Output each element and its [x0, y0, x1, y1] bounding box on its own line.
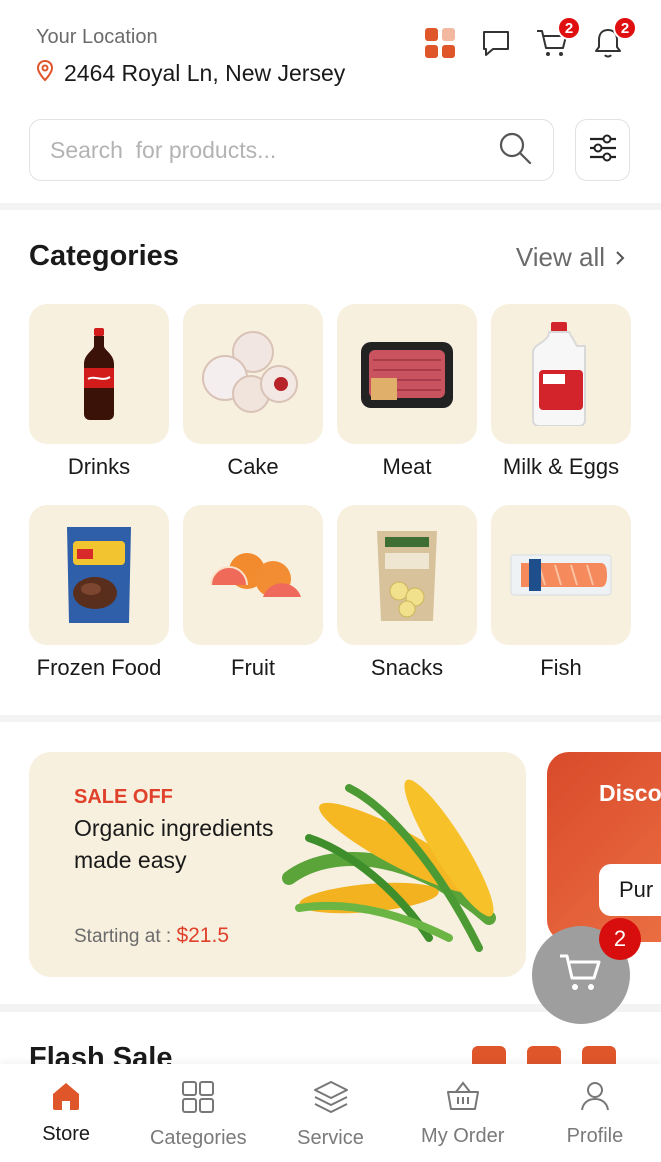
cart-badge: 2	[557, 16, 581, 40]
categories-section: Categories View all Drinks Cake Meat Mil…	[0, 210, 661, 715]
notification-badge: 2	[613, 16, 637, 40]
promo-price-row: Starting at : $21.5	[74, 924, 229, 948]
chat-icon[interactable]	[479, 26, 513, 60]
location-label: Your Location	[36, 26, 158, 48]
nav-store[interactable]: Store	[0, 1064, 132, 1162]
category-tile	[29, 304, 169, 444]
banana-chips-bag-icon	[377, 531, 437, 621]
cart-icon[interactable]: 2	[535, 16, 581, 60]
nav-my-order[interactable]: My Order	[397, 1064, 529, 1162]
location-pin-icon	[36, 59, 54, 87]
nav-categories[interactable]: Categories	[132, 1064, 264, 1162]
category-tile	[183, 505, 323, 645]
category-drinks[interactable]: Drinks	[29, 304, 169, 480]
category-label: Meat	[382, 454, 432, 479]
category-fruit[interactable]: Fruit	[183, 505, 323, 681]
floating-cart-badge: 2	[599, 918, 641, 960]
promo-sale-label: SALE OFF	[74, 786, 173, 808]
category-cake[interactable]: Cake	[183, 304, 323, 480]
donuts-icon	[202, 331, 298, 413]
citrus-fruit-icon	[210, 553, 301, 597]
nav-label: Service	[297, 1127, 364, 1149]
category-snacks[interactable]: Snacks	[337, 505, 477, 681]
header: Your Location 2464 Royal Ln, New Jersey …	[0, 0, 661, 203]
bottom-nav: Store Categories Service My Order Profil…	[0, 1064, 661, 1162]
chevron-right-icon	[615, 242, 625, 273]
nav-label: Categories	[149, 1127, 247, 1149]
category-tile	[29, 505, 169, 645]
milk-jug-icon	[532, 322, 586, 426]
category-label: Drinks	[67, 454, 131, 479]
cart-icon	[558, 950, 604, 1001]
search-icon[interactable]	[497, 130, 533, 171]
bell-icon[interactable]: 2	[591, 16, 637, 60]
category-label: Frozen Food	[36, 655, 162, 680]
promo2-button[interactable]: Pur	[599, 864, 661, 916]
category-label: Snacks	[370, 655, 444, 680]
promo-price: $21.5	[176, 924, 230, 947]
search-input[interactable]	[50, 136, 497, 164]
corn-image	[282, 779, 496, 952]
view-all-label: View all	[515, 242, 605, 272]
header-actions: 2 2	[423, 16, 637, 60]
category-label: Milk & Eggs	[502, 454, 620, 479]
filter-button[interactable]	[575, 119, 630, 181]
grid-icon	[181, 1080, 215, 1119]
view-all-link[interactable]: View all	[516, 242, 625, 273]
category-milk-eggs[interactable]: Milk & Eggs	[491, 304, 631, 480]
category-tile	[491, 304, 631, 444]
category-label: Cake	[227, 454, 279, 479]
category-fish[interactable]: Fish	[491, 505, 631, 681]
category-tile	[491, 505, 631, 645]
location-address: 2464 Royal Ln, New Jersey	[64, 60, 346, 86]
location-selector[interactable]: 2464 Royal Ln, New Jersey	[36, 59, 346, 87]
nav-label: My Order	[421, 1125, 505, 1147]
grid-menu-icon[interactable]	[423, 26, 457, 60]
categories-title: Categories	[29, 240, 179, 272]
promo-price-label: Starting at :	[74, 926, 172, 947]
nav-label: Profile	[566, 1125, 624, 1147]
category-tile	[183, 304, 323, 444]
promo-card[interactable]: SALE OFF Organic ingredients made easy S…	[29, 752, 526, 977]
nav-label: Store	[42, 1123, 90, 1145]
ground-meat-tray-icon	[361, 342, 453, 408]
user-icon	[579, 1080, 611, 1117]
nav-profile[interactable]: Profile	[529, 1064, 661, 1162]
category-tile	[337, 505, 477, 645]
category-meat[interactable]: Meat	[337, 304, 477, 480]
category-label: Fish	[540, 655, 582, 680]
cola-bottle-icon	[84, 328, 114, 420]
promo-headline: Organic ingredients made easy	[74, 815, 274, 873]
category-tile	[337, 304, 477, 444]
promo-card-2[interactable]: Disco Produ Pur	[547, 752, 661, 942]
home-icon	[50, 1080, 82, 1115]
salmon-fillet-icon	[510, 554, 612, 596]
sliders-icon	[588, 133, 618, 168]
nav-service[interactable]: Service	[264, 1064, 396, 1162]
layers-icon	[313, 1080, 349, 1119]
category-label: Fruit	[231, 655, 275, 680]
basket-icon	[446, 1080, 480, 1117]
search-bar	[29, 119, 554, 181]
category-frozen-food[interactable]: Frozen Food	[29, 505, 169, 681]
frozen-food-bag-icon	[67, 527, 131, 623]
promo2-title: Disco Produ	[599, 780, 661, 806]
categories-grid: Drinks Cake Meat Milk & Eggs Frozen Food…	[29, 304, 631, 681]
